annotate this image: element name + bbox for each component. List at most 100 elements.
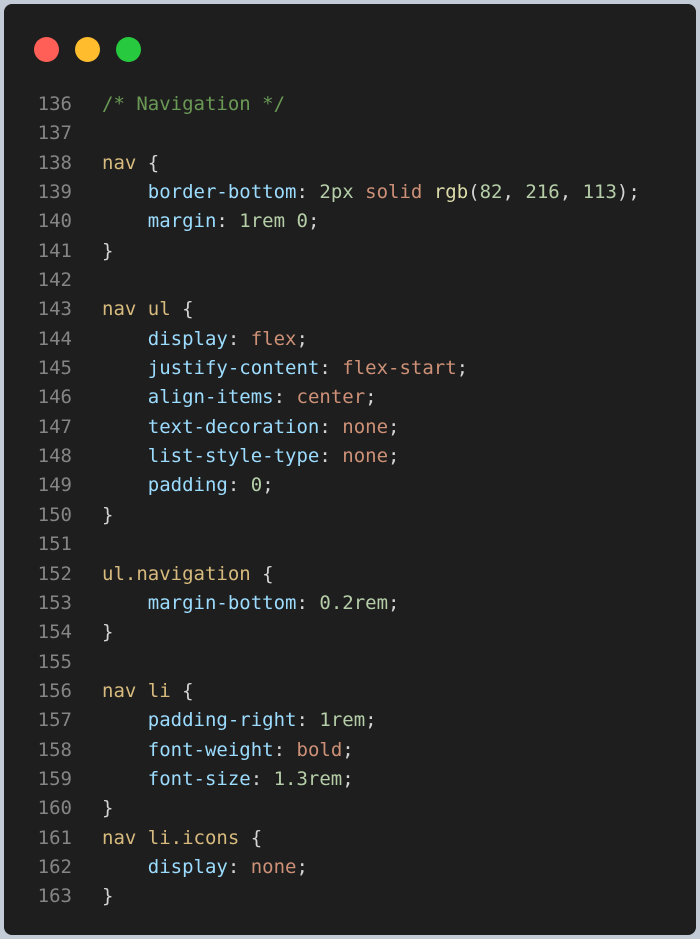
code-line: 159 font-size: 1.3rem; <box>4 765 696 794</box>
code-token-punct: ; <box>296 327 308 350</box>
code-token-punct: } <box>102 885 114 908</box>
code-line: 142 <box>4 266 696 295</box>
minimize-window-button[interactable] <box>75 37 100 62</box>
code-token-punct <box>102 416 148 438</box>
code-token-punct: { <box>170 679 194 702</box>
code-line-text: padding-right: 1rem; <box>102 706 377 735</box>
code-line: 136 /* Navigation */ <box>4 90 696 119</box>
code-editor[interactable]: 136/* Navigation */137 138 nav {139 border… <box>4 90 696 912</box>
code-token-prop: font-size <box>147 767 251 790</box>
line-number: 147 <box>37 415 72 438</box>
line-number: 141 <box>37 239 72 262</box>
code-token-num: 2px <box>319 181 354 204</box>
code-token-prop: margin <box>147 210 217 233</box>
code-line-text: display: none; <box>102 853 308 882</box>
code-token-num: 1rem <box>239 210 286 233</box>
line-number: 145 <box>37 357 72 380</box>
code-token-punct <box>102 357 148 379</box>
line-number: 139 <box>37 181 72 204</box>
code-token-prop: display <box>147 855 228 878</box>
code-line-text: } <box>102 501 113 530</box>
code-line: 146 align-items: center; <box>4 383 696 412</box>
code-token-kw: flex <box>250 327 297 350</box>
code-line-text: nav { <box>102 149 159 178</box>
code-token-kw: flex-start <box>342 357 457 380</box>
code-line: 148 list-style-type: none; <box>4 442 696 471</box>
close-window-button[interactable] <box>34 37 59 62</box>
code-token-num: 113 <box>582 181 617 204</box>
line-number: 149 <box>37 474 72 497</box>
code-line-text: margin: 1rem 0; <box>102 207 320 236</box>
code-token-punct <box>102 210 148 232</box>
code-token-punct <box>102 386 148 408</box>
code-line-text: list-style-type: none; <box>102 442 400 471</box>
code-token-sel: nav li <box>102 679 171 702</box>
code-line: 161 nav li.icons { <box>4 824 696 853</box>
code-token-num: 216 <box>525 181 560 204</box>
code-token-prop: border-bottom <box>147 181 297 204</box>
code-token-punct <box>102 592 148 614</box>
code-line: 140 margin: 1rem 0; <box>4 207 696 236</box>
line-number: 140 <box>37 210 72 233</box>
line-number: 157 <box>37 709 72 732</box>
code-line: 158 font-weight: bold; <box>4 736 696 765</box>
code-token-sel: ul.navigation <box>102 562 251 585</box>
code-token-prop: display <box>147 327 228 350</box>
code-line-text: } <box>102 794 113 823</box>
code-line: 145 justify-content: flex-start; <box>4 354 696 383</box>
line-number: 136 <box>37 93 72 115</box>
line-number: 161 <box>37 826 72 849</box>
code-token-prop: margin-bottom <box>147 591 297 614</box>
code-token-punct: ; <box>262 474 274 497</box>
code-token-punct: , <box>559 181 583 204</box>
code-token-punct: : <box>319 445 343 468</box>
code-token-punct: { <box>170 298 194 321</box>
line-number: 150 <box>37 503 72 526</box>
code-token-kw: center <box>296 386 366 409</box>
code-token-punct: : <box>227 474 251 497</box>
code-line: 152 ul.navigation { <box>4 560 696 589</box>
code-token-punct <box>102 709 148 731</box>
code-token-num: 1.3rem <box>273 767 343 790</box>
code-token-punct: ( <box>468 181 480 204</box>
code-token-sel: nav <box>102 151 137 174</box>
code-line-text: display: flex; <box>102 325 308 354</box>
code-line-text: align-items: center; <box>102 383 377 412</box>
code-token-punct <box>102 181 148 203</box>
code-line-text: nav li { <box>102 677 194 706</box>
line-number: 144 <box>37 327 72 350</box>
code-token-punct: ; <box>388 445 400 468</box>
code-token-punct: ; <box>388 591 400 614</box>
code-token-punct: : <box>250 767 274 790</box>
maximize-window-button[interactable] <box>116 37 141 62</box>
code-token-sel: nav ul <box>102 298 171 321</box>
code-token-punct <box>285 210 296 232</box>
code-token-sel: nav li.icons <box>102 826 240 849</box>
code-token-punct: { <box>250 562 274 585</box>
code-line: 155 <box>4 648 696 677</box>
code-token-punct: : <box>227 855 251 878</box>
code-line-text: margin-bottom: 0.2rem; <box>102 589 400 618</box>
line-number: 152 <box>37 562 72 585</box>
line-number: 151 <box>37 533 72 556</box>
code-line: 138 nav { <box>4 149 696 178</box>
line-number: 143 <box>37 298 72 321</box>
code-token-punct: } <box>102 621 114 644</box>
code-token-kw: bold <box>296 738 343 761</box>
code-token-punct <box>102 739 148 761</box>
code-token-prop: list-style-type <box>147 445 320 468</box>
code-line-text: justify-content: flex-start; <box>102 354 468 383</box>
code-token-num: 82 <box>479 181 503 204</box>
code-token-punct: } <box>102 503 114 526</box>
code-token-punct: ; <box>296 855 308 878</box>
code-token-punct: : <box>296 709 320 732</box>
code-line: 156 nav li { <box>4 677 696 706</box>
code-token-punct <box>102 856 148 878</box>
code-token-punct: { <box>239 826 263 849</box>
line-number: 158 <box>37 738 72 761</box>
code-token-num: 0 <box>250 474 263 497</box>
code-token-punct: ); <box>616 181 640 204</box>
line-number: 160 <box>37 797 72 820</box>
code-token-punct: ; <box>388 415 400 438</box>
line-number: 162 <box>37 855 72 878</box>
